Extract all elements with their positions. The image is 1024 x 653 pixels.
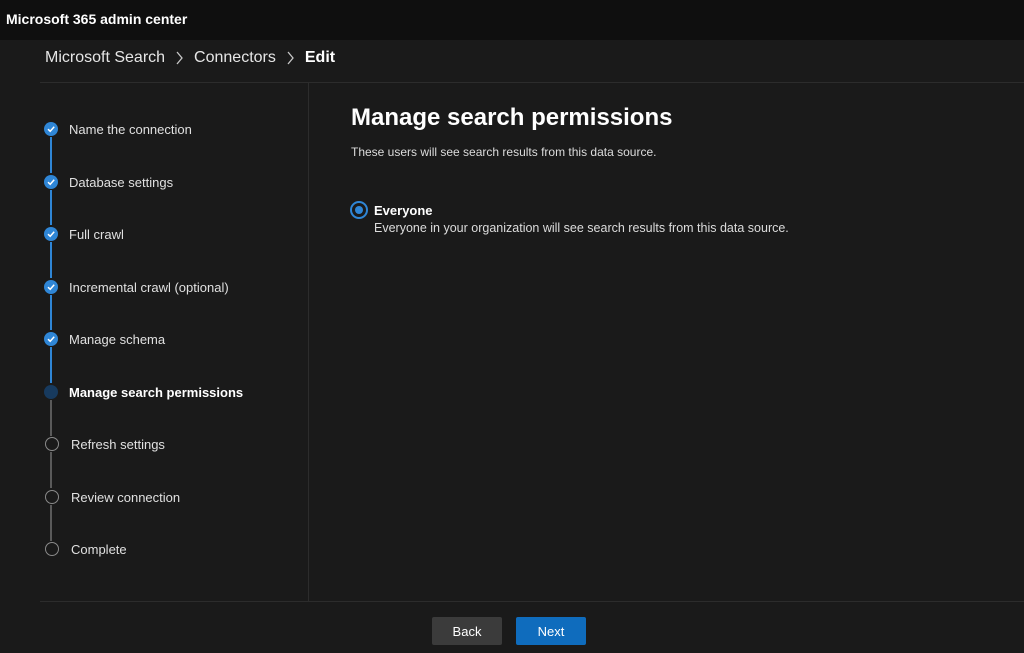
step-label: Full crawl — [69, 226, 124, 242]
breadcrumb-item-connectors[interactable]: Connectors — [194, 49, 276, 67]
step-connector — [50, 347, 52, 383]
checkmark-icon — [44, 175, 58, 189]
step-name-the-connection[interactable]: Name the connection — [44, 121, 192, 137]
step-connector — [50, 505, 52, 541]
step-label: Refresh settings — [71, 436, 165, 452]
step-full-crawl[interactable]: Full crawl — [44, 226, 124, 242]
checkmark-icon — [44, 227, 58, 241]
checkmark-icon — [44, 332, 58, 346]
breadcrumb-item-microsoft-search[interactable]: Microsoft Search — [45, 49, 165, 67]
empty-circle-icon — [45, 490, 59, 504]
radio-selected-dot — [355, 206, 363, 214]
everyone-option-label[interactable]: Everyone — [374, 203, 433, 218]
next-button[interactable]: Next — [516, 617, 586, 645]
step-connector — [50, 190, 52, 225]
step-label: Review connection — [71, 489, 181, 505]
step-manage-search-permissions[interactable]: Manage search permissions — [44, 384, 243, 400]
step-label: Manage schema — [69, 331, 166, 347]
step-refresh-settings: Refresh settings — [44, 436, 165, 452]
step-label: Name the connection — [69, 121, 192, 137]
step-review-connection: Review connection — [44, 489, 180, 505]
empty-circle-icon — [45, 437, 59, 451]
back-button[interactable]: Back — [432, 617, 502, 645]
everyone-option-description: Everyone in your organization will see s… — [374, 221, 789, 235]
step-connector — [50, 452, 52, 488]
breadcrumb: Microsoft Search Connectors Edit — [45, 48, 335, 68]
checkmark-icon — [44, 122, 58, 136]
everyone-radio[interactable] — [350, 201, 368, 219]
chevron-right-icon — [175, 51, 184, 65]
divider-bottom — [40, 601, 1024, 602]
step-label: Manage search permissions — [69, 384, 244, 400]
chevron-right-icon — [286, 51, 295, 65]
checkmark-icon — [44, 280, 58, 294]
step-label: Complete — [71, 541, 127, 557]
page-title: Manage search permissions — [351, 104, 673, 131]
step-connector — [50, 400, 52, 436]
empty-circle-icon — [45, 542, 59, 556]
step-label: Database settings — [69, 174, 174, 190]
breadcrumb-current: Edit — [304, 49, 336, 66]
page-description: These users will see search results from… — [351, 145, 657, 159]
step-database-settings[interactable]: Database settings — [44, 174, 173, 190]
step-connector — [50, 295, 52, 330]
step-label: Incremental crawl (optional) — [69, 279, 229, 295]
divider-top — [40, 82, 1024, 83]
step-incremental-crawl[interactable]: Incremental crawl (optional) — [44, 279, 229, 295]
step-complete: Complete — [44, 541, 127, 557]
step-manage-schema[interactable]: Manage schema — [44, 331, 165, 347]
app-title: Microsoft 365 admin center — [6, 11, 188, 27]
step-connector — [50, 137, 52, 173]
app-title-bar: Microsoft 365 admin center — [0, 0, 1024, 40]
current-step-icon — [44, 385, 58, 399]
divider-vertical — [308, 83, 309, 601]
step-connector — [50, 242, 52, 278]
